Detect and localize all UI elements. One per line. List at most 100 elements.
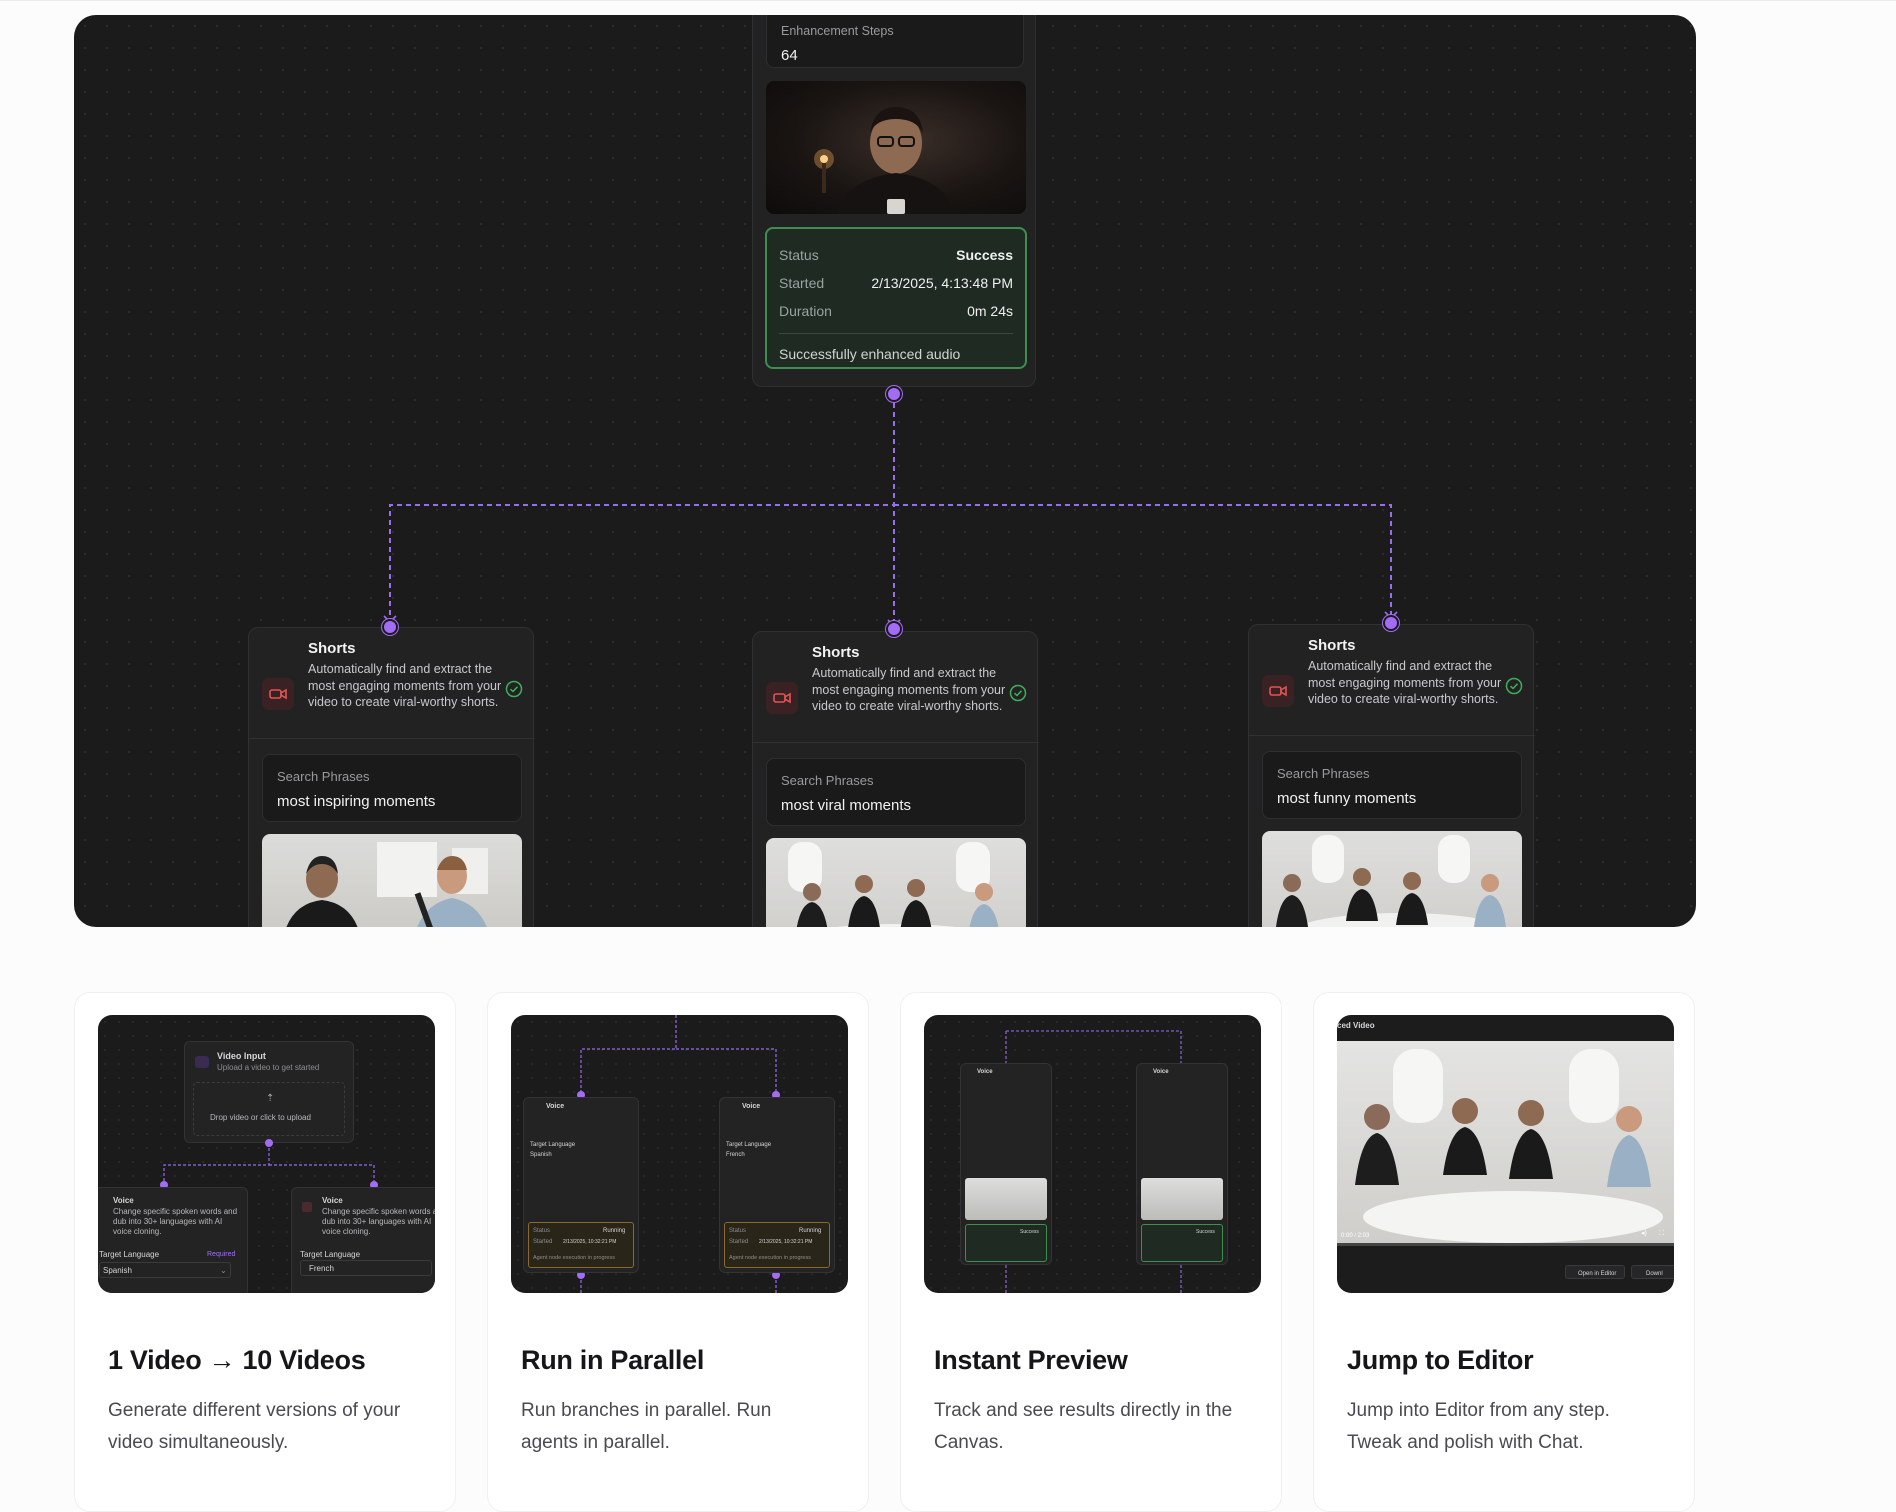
language-select[interactable]: French bbox=[300, 1260, 432, 1276]
volume-icon[interactable]: ◂) bbox=[1641, 1229, 1647, 1239]
selected-language: Spanish bbox=[103, 1266, 132, 1275]
video-camera-icon bbox=[1262, 675, 1294, 707]
feature-title: 1 Video → 10 Videos bbox=[108, 1345, 366, 1375]
progress-bar[interactable] bbox=[1337, 1243, 1674, 1246]
status-value: Running bbox=[603, 1228, 626, 1234]
open-in-editor-label: Open in Editor bbox=[1578, 1271, 1617, 1277]
target-language-label: Target Language bbox=[99, 1250, 160, 1259]
video-input-node[interactable]: Video Input Upload a video to get starte… bbox=[184, 1041, 354, 1143]
voice-title: Voice bbox=[113, 1196, 134, 1205]
status-value: Success bbox=[956, 247, 1013, 263]
result-thumbnail[interactable] bbox=[1141, 1178, 1223, 1220]
status-value: Success bbox=[1020, 1229, 1039, 1235]
feature-description: Track and see results directly in the Ca… bbox=[934, 1400, 1233, 1453]
started-label: Started bbox=[533, 1239, 553, 1245]
running-status: Status Running Started 2/13/2025, 10:32:… bbox=[724, 1222, 830, 1268]
video-icon bbox=[195, 1056, 209, 1068]
status-message: Agent node execution in progress bbox=[729, 1255, 811, 1261]
voice-node-running[interactable]: Voice Target Language French Status Runn… bbox=[719, 1097, 835, 1273]
voice-node-running[interactable]: Voice Target Language Spanish Status Run… bbox=[523, 1097, 639, 1273]
node-description: Automatically find and extract the most … bbox=[812, 666, 1006, 713]
chevron-down-icon: ⌄ bbox=[220, 1266, 227, 1275]
result-thumbnail[interactable] bbox=[965, 1178, 1047, 1220]
voice-node-done[interactable]: Voice Success bbox=[960, 1063, 1052, 1265]
language-select[interactable]: Spanish ⌄ bbox=[99, 1262, 231, 1278]
duration-row: Duration 0m 24s bbox=[779, 297, 1013, 325]
started-value: 2/13/2025, 10:32:21 PM bbox=[759, 1239, 813, 1245]
started-label: Started bbox=[729, 1239, 749, 1245]
video-thumbnail[interactable] bbox=[1262, 831, 1522, 927]
feature-card-run-in-parallel: Voice Target Language Spanish Status Run… bbox=[487, 992, 869, 1512]
shorts-node[interactable]: Shorts Automatically find and extract th… bbox=[752, 631, 1039, 927]
wire-to-shorts-3 bbox=[894, 504, 1392, 619]
feature-title: Run in Parallel bbox=[521, 1345, 705, 1375]
upload-icon: ⇡ bbox=[266, 1093, 275, 1104]
status-row: Status Success bbox=[779, 241, 1013, 269]
field-label: Enhancement Steps bbox=[781, 24, 894, 38]
success-status: Success bbox=[965, 1224, 1047, 1262]
search-phrases-field[interactable]: Search Phrases most inspiring moments bbox=[262, 754, 522, 822]
field-value: most funny moments bbox=[1277, 790, 1417, 807]
field-value: 64 bbox=[781, 47, 798, 64]
field-value: most viral moments bbox=[781, 797, 912, 814]
started-value: 2/13/2025, 10:32:21 PM bbox=[563, 1239, 617, 1245]
search-phrases-field[interactable]: Search Phrases most viral moments bbox=[766, 758, 1026, 826]
upload-dropzone[interactable]: ⇡ Drop video or click to upload bbox=[193, 1082, 345, 1136]
feature-card-1-video-10-videos: Video Input Upload a video to get starte… bbox=[74, 992, 456, 1512]
output-port[interactable] bbox=[886, 386, 902, 402]
status-message: Successfully enhanced audio bbox=[779, 333, 1013, 362]
node-title: Shorts bbox=[812, 644, 860, 661]
feature-preview-parallel: Voice Target Language Spanish Status Run… bbox=[511, 1015, 848, 1293]
download-button[interactable]: Downl bbox=[1631, 1265, 1674, 1279]
field-label: Search Phrases bbox=[277, 769, 370, 784]
success-status: Success bbox=[1141, 1224, 1223, 1262]
video-player[interactable]: 0:00 / 2:03 ◂) ⛶ bbox=[1337, 1041, 1674, 1243]
shorts-node[interactable]: Shorts Automatically find and extract th… bbox=[248, 627, 535, 927]
video-camera-icon bbox=[766, 682, 798, 714]
video-thumbnail[interactable] bbox=[766, 838, 1026, 927]
divider bbox=[1249, 735, 1535, 736]
input-title: Video Input bbox=[217, 1051, 266, 1061]
voice-icon bbox=[302, 1202, 312, 1212]
feature-description: Run branches in parallel. Run agents in … bbox=[521, 1400, 772, 1453]
input-port[interactable] bbox=[886, 621, 902, 637]
input-subtitle: Upload a video to get started bbox=[217, 1063, 320, 1072]
search-phrases-field[interactable]: Search Phrases most funny moments bbox=[1262, 751, 1522, 819]
enhancement-steps-field[interactable]: Enhancement Steps 64 bbox=[766, 15, 1024, 68]
open-in-editor-button[interactable]: Open in Editor bbox=[1565, 1265, 1625, 1279]
video-thumbnail[interactable] bbox=[262, 834, 522, 927]
divider bbox=[249, 738, 535, 739]
voice-description: Change specific spoken words and dub int… bbox=[322, 1207, 435, 1236]
status-message: Agent node execution in progress bbox=[533, 1255, 615, 1261]
selected-language: French bbox=[309, 1264, 334, 1273]
feature-preview-results: Voice Success Voice Success bbox=[924, 1015, 1261, 1293]
selected-language: Spanish bbox=[530, 1152, 552, 1158]
input-port[interactable] bbox=[382, 619, 398, 635]
voice-node-done[interactable]: Voice Success bbox=[1136, 1063, 1228, 1265]
fullscreen-icon[interactable]: ⛶ bbox=[1659, 1229, 1664, 1239]
success-check-icon bbox=[1505, 677, 1523, 695]
field-value: most inspiring moments bbox=[277, 793, 436, 810]
success-check-icon bbox=[505, 680, 523, 698]
shorts-node[interactable]: Shorts Automatically find and extract th… bbox=[1248, 624, 1535, 927]
status-label: Status bbox=[729, 1228, 747, 1234]
voice-node[interactable]: Voice Change specific spoken words and d… bbox=[98, 1187, 248, 1293]
status-value: Success bbox=[1196, 1229, 1215, 1235]
enhance-audio-node[interactable]: Enhancement Steps 64 Status Success Star… bbox=[752, 15, 1036, 387]
status-label: Status bbox=[779, 247, 819, 263]
download-label: Downl bbox=[1646, 1271, 1663, 1277]
started-value: 2/13/2025, 4:13:48 PM bbox=[871, 275, 1013, 291]
voice-title: Voice bbox=[546, 1103, 565, 1110]
started-row: Started 2/13/2025, 4:13:48 PM bbox=[779, 269, 1013, 297]
voice-node[interactable]: Voice Change specific spoken words and d… bbox=[291, 1187, 435, 1293]
drop-text: Drop video or click to upload bbox=[210, 1113, 311, 1122]
feature-card-jump-to-editor: ced Video 0:00 / 2:03 ◂) ⛶ Open in Edito… bbox=[1313, 992, 1695, 1512]
video-thumbnail[interactable] bbox=[766, 81, 1026, 214]
node-description: Automatically find and extract the most … bbox=[308, 662, 502, 709]
workflow-canvas[interactable]: Enhancement Steps 64 Status Success Star… bbox=[74, 15, 1696, 927]
video-header: ced Video bbox=[1337, 1021, 1375, 1030]
input-port[interactable] bbox=[1383, 615, 1399, 631]
feature-title: Instant Preview bbox=[934, 1345, 1128, 1375]
target-language-label: Target Language bbox=[726, 1142, 772, 1148]
started-label: Started bbox=[779, 275, 825, 291]
